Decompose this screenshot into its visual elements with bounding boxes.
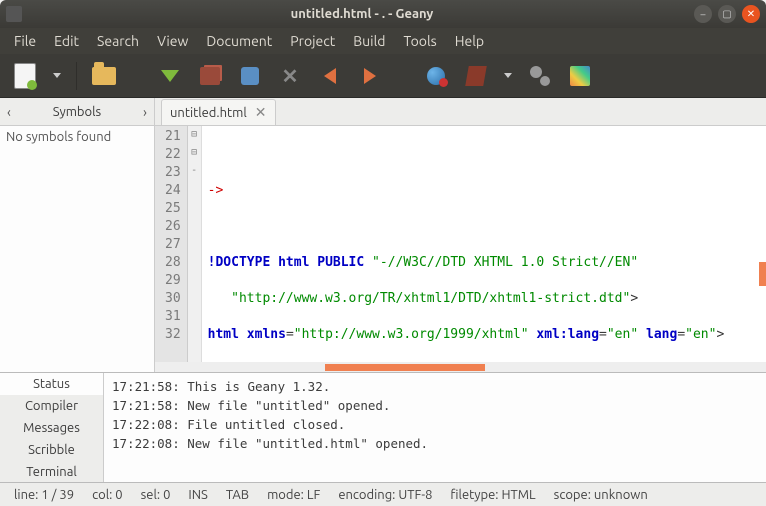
menu-project[interactable]: Project bbox=[282, 30, 343, 52]
save-icon bbox=[161, 70, 179, 82]
status-sel: sel: 0 bbox=[141, 488, 171, 502]
execute-icon bbox=[427, 67, 445, 85]
menu-edit[interactable]: Edit bbox=[46, 30, 87, 52]
statusbar: line: 1 / 39 col: 0 sel: 0 INS TAB mode:… bbox=[0, 482, 766, 506]
messages-panel: Status Compiler Messages Scribble Termin… bbox=[0, 372, 766, 482]
msg-tab-messages[interactable]: Messages bbox=[0, 417, 103, 439]
menu-document[interactable]: Document bbox=[198, 30, 280, 52]
arrow-right-icon bbox=[364, 68, 376, 84]
status-scope: scope: unknown bbox=[554, 488, 648, 502]
line-gutter: 212223242526272829303132 bbox=[155, 126, 188, 362]
build-dropdown[interactable] bbox=[499, 59, 517, 93]
menubar: File Edit Search View Document Project B… bbox=[0, 28, 766, 54]
sidebar: ‹ Symbols › No symbols found bbox=[0, 98, 155, 372]
tab-untitled-html[interactable]: untitled.html ✕ bbox=[161, 99, 276, 125]
toolbar: ✕ bbox=[0, 54, 766, 98]
nav-forward-button[interactable] bbox=[353, 59, 387, 93]
app-icon bbox=[6, 6, 22, 22]
document-tabs: untitled.html ✕ bbox=[155, 98, 766, 126]
status-line-col: line: 1 / 39 bbox=[14, 488, 74, 502]
revert-icon bbox=[241, 67, 259, 85]
menu-tools[interactable]: Tools bbox=[395, 30, 444, 52]
message-line: 17:22:08: New file "untitled.html" opene… bbox=[112, 434, 758, 453]
save-all-icon bbox=[200, 67, 220, 85]
status-filetype: filetype: HTML bbox=[450, 488, 535, 502]
msg-tab-terminal[interactable]: Terminal bbox=[0, 461, 103, 483]
tab-close-icon[interactable]: ✕ bbox=[255, 104, 267, 121]
new-file-button[interactable] bbox=[8, 59, 42, 93]
msg-tab-compiler[interactable]: Compiler bbox=[0, 395, 103, 417]
close-button[interactable]: ✕ bbox=[742, 5, 760, 23]
vertical-scrollbar[interactable] bbox=[758, 126, 766, 362]
message-line: 17:22:08: File untitled closed. bbox=[112, 415, 758, 434]
msg-tab-status[interactable]: Status bbox=[0, 373, 103, 395]
sidebar-empty-label: No symbols found bbox=[0, 126, 154, 148]
save-button[interactable] bbox=[153, 59, 187, 93]
brick-icon bbox=[465, 66, 487, 86]
preferences-button[interactable] bbox=[523, 59, 557, 93]
execute-button[interactable] bbox=[419, 59, 453, 93]
menu-file[interactable]: File bbox=[6, 30, 44, 52]
color-chooser-icon bbox=[570, 66, 590, 86]
horizontal-scrollbar[interactable] bbox=[155, 362, 766, 372]
save-all-button[interactable] bbox=[193, 59, 227, 93]
status-tab: TAB bbox=[226, 488, 249, 502]
code-lines[interactable]: -> !DOCTYPE html PUBLIC "-//W3C//DTD XHT… bbox=[202, 126, 746, 362]
chevron-down-icon bbox=[504, 73, 512, 78]
status-mode: mode: LF bbox=[267, 488, 320, 502]
tab-label: untitled.html bbox=[170, 106, 247, 120]
new-file-dropdown[interactable] bbox=[48, 59, 66, 93]
folder-open-icon bbox=[92, 67, 116, 85]
msg-tab-scribble[interactable]: Scribble bbox=[0, 439, 103, 461]
message-line: 17:21:58: This is Geany 1.32. bbox=[112, 377, 758, 396]
code-editor[interactable]: 212223242526272829303132 ⊟⊟- -> !DOCTYPE… bbox=[155, 126, 766, 362]
close-doc-button[interactable]: ✕ bbox=[273, 59, 307, 93]
message-line: 17:21:58: New file "untitled" opened. bbox=[112, 396, 758, 415]
revert-button[interactable] bbox=[233, 59, 267, 93]
status-ins: INS bbox=[188, 488, 207, 502]
messages-body[interactable]: 17:21:58: This is Geany 1.32. 17:21:58: … bbox=[104, 373, 766, 482]
sidebar-tab-symbols[interactable]: Symbols bbox=[18, 101, 136, 123]
menu-build[interactable]: Build bbox=[345, 30, 393, 52]
window-title: untitled.html - . - Geany bbox=[30, 7, 694, 21]
menu-help[interactable]: Help bbox=[447, 30, 492, 52]
build-button[interactable] bbox=[459, 59, 493, 93]
chevron-down-icon bbox=[53, 73, 61, 78]
nav-back-button[interactable] bbox=[313, 59, 347, 93]
maximize-button[interactable]: ▢ bbox=[718, 5, 736, 23]
new-file-icon bbox=[14, 63, 36, 89]
menu-view[interactable]: View bbox=[149, 30, 196, 52]
open-file-button[interactable] bbox=[87, 59, 121, 93]
status-encoding: encoding: UTF-8 bbox=[338, 488, 432, 502]
gears-icon bbox=[530, 66, 550, 86]
arrow-left-icon bbox=[324, 68, 336, 84]
menu-search[interactable]: Search bbox=[89, 30, 147, 52]
sidebar-prev-tab[interactable]: ‹ bbox=[0, 104, 18, 120]
close-icon: ✕ bbox=[282, 64, 299, 88]
sidebar-next-tab[interactable]: › bbox=[136, 104, 154, 120]
status-col: col: 0 bbox=[92, 488, 123, 502]
fold-gutter[interactable]: ⊟⊟- bbox=[188, 126, 202, 362]
minimize-button[interactable]: – bbox=[694, 5, 712, 23]
color-chooser-button[interactable] bbox=[563, 59, 597, 93]
titlebar: untitled.html - . - Geany – ▢ ✕ bbox=[0, 0, 766, 28]
